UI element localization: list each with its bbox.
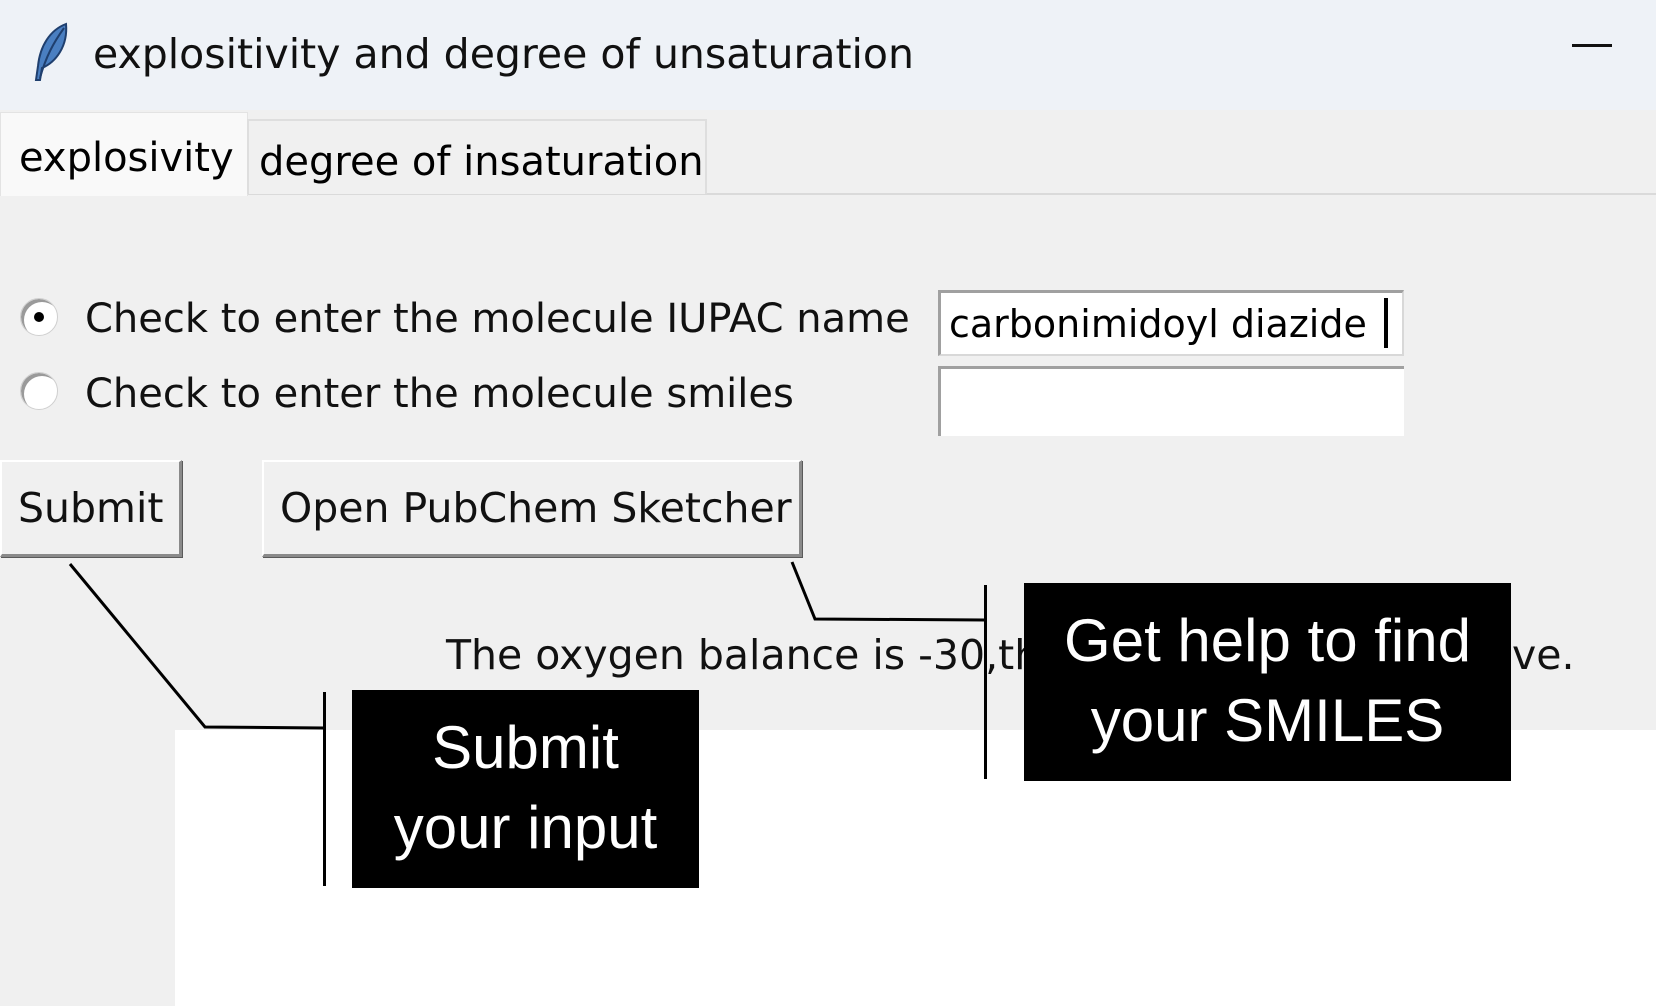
- submit-callout-line1: Submit: [432, 714, 619, 781]
- help-callout-line1: Get help to find: [1064, 607, 1471, 674]
- help-callout: Get help to find your SMILES: [1024, 583, 1511, 781]
- help-callout-bar: [984, 585, 987, 779]
- callout-leader-lines: [68, 561, 986, 730]
- help-leader-line: [790, 561, 986, 622]
- submit-callout-bar: [323, 692, 326, 886]
- submit-callout: Submit your input: [352, 690, 699, 888]
- submit-callout-line2: your input: [393, 794, 658, 861]
- submit-leader-line: [68, 563, 325, 730]
- help-callout-line2: your SMILES: [1090, 687, 1445, 754]
